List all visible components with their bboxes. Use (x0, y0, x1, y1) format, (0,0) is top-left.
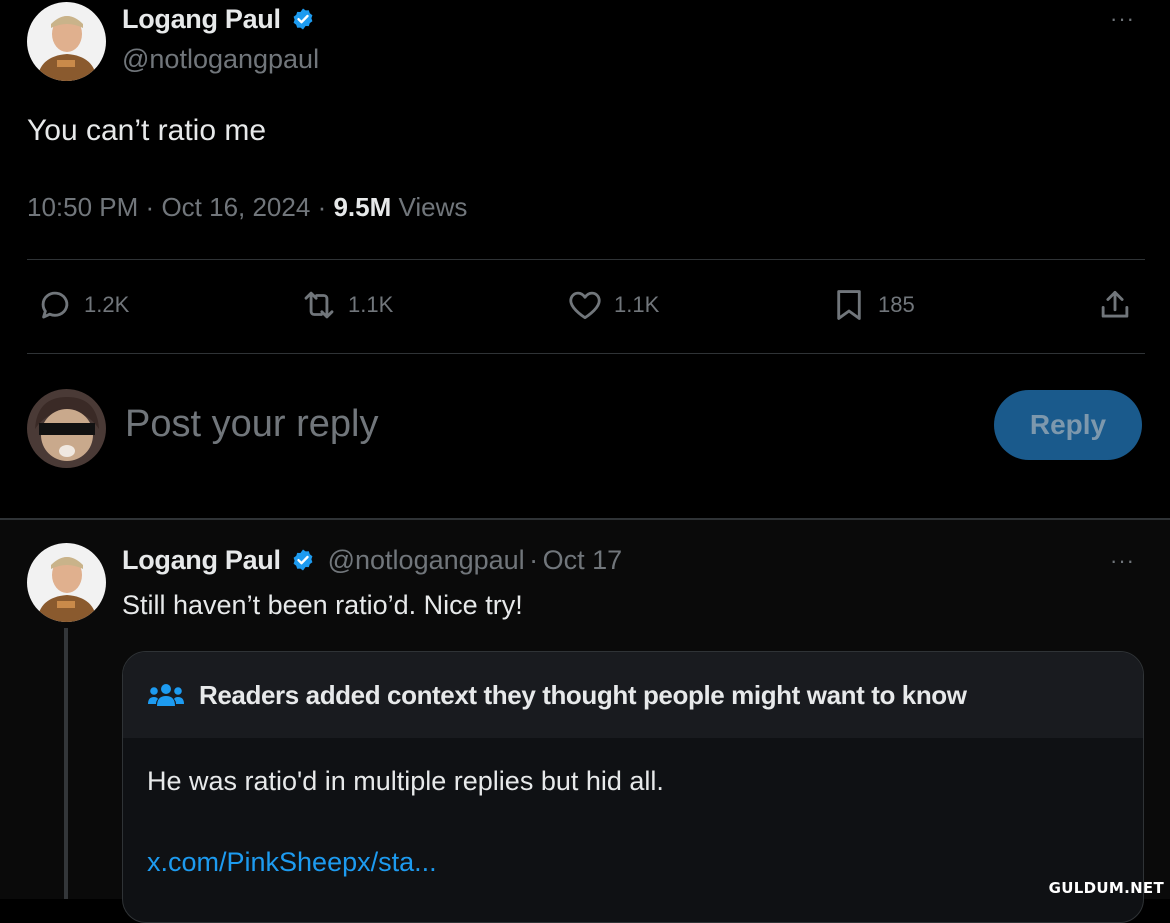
community-note[interactable]: Readers added context they thought peopl… (122, 651, 1144, 923)
reply-author-handle[interactable]: @notlogangpaul (328, 545, 525, 575)
repost-count: 1.1K (348, 292, 394, 317)
reply-date[interactable]: Oct 17 (543, 545, 623, 575)
more-options-icon[interactable]: ··· (1110, 6, 1135, 32)
views-count: 9.5M (333, 192, 392, 222)
meta-separator: · (317, 192, 327, 222)
share-icon (1101, 290, 1129, 318)
repost-icon (304, 291, 334, 319)
reply-more-options-icon[interactable]: ··· (1110, 548, 1135, 574)
reply-action[interactable]: 1.2K (36, 286, 129, 324)
reply-icon (41, 291, 69, 319)
tweet-time[interactable]: 10:50 PM (27, 192, 138, 222)
thread-line (64, 628, 68, 899)
author-handle[interactable]: @notlogangpaul (122, 44, 319, 75)
people-icon (148, 684, 184, 706)
meta-separator: · (145, 192, 155, 222)
watermark: GULDUM.NET (1048, 879, 1164, 897)
heart-icon (569, 291, 601, 320)
divider (27, 259, 1145, 260)
reply-author-avatar[interactable] (27, 543, 106, 622)
author-avatar[interactable] (27, 2, 106, 81)
reply-input[interactable]: Post your reply (125, 403, 378, 446)
community-note-header: Readers added context they thought peopl… (123, 652, 1143, 738)
community-note-link[interactable]: x.com/PinkSheepx/sta... (123, 797, 1143, 878)
author-name[interactable]: Logang Paul (122, 4, 281, 34)
reply-header: Logang Paul @notlogangpaul · Oct 17 (122, 545, 622, 576)
bookmark-count: 185 (878, 292, 915, 317)
reply-text: Still haven’t been ratio’d. Nice try! (122, 590, 523, 620)
reply-author-name[interactable]: Logang Paul (122, 545, 281, 575)
author-name-row: Logang Paul (122, 4, 315, 35)
repost-action[interactable]: 1.1K (300, 286, 393, 324)
author-avatar-image (27, 2, 106, 81)
verified-badge-icon (291, 7, 315, 31)
reply-count: 1.2K (84, 292, 130, 317)
current-user-avatar-image (27, 389, 106, 468)
divider (27, 353, 1145, 354)
reply-button[interactable]: Reply (994, 390, 1142, 460)
like-action[interactable]: 1.1K (566, 286, 659, 324)
views-label: Views (398, 192, 468, 222)
bookmark-action[interactable]: 185 (830, 286, 915, 324)
meta-separator: · (529, 545, 539, 575)
tweet-meta: 10:50 PM · Oct 16, 2024 · 9.5M Views (27, 192, 467, 223)
current-user-avatar[interactable] (27, 389, 106, 468)
verified-badge-icon (291, 548, 315, 572)
bookmark-icon (837, 290, 861, 320)
share-action[interactable] (1096, 286, 1144, 324)
tweet-date[interactable]: Oct 16, 2024 (161, 192, 310, 222)
community-note-body: He was ratio'd in multiple replies but h… (147, 766, 664, 796)
community-note-title: Readers added context they thought peopl… (199, 679, 967, 710)
like-count: 1.1K (614, 292, 660, 317)
tweet-text: You can’t ratio me (27, 114, 267, 147)
reply-author-avatar-image (27, 543, 106, 622)
